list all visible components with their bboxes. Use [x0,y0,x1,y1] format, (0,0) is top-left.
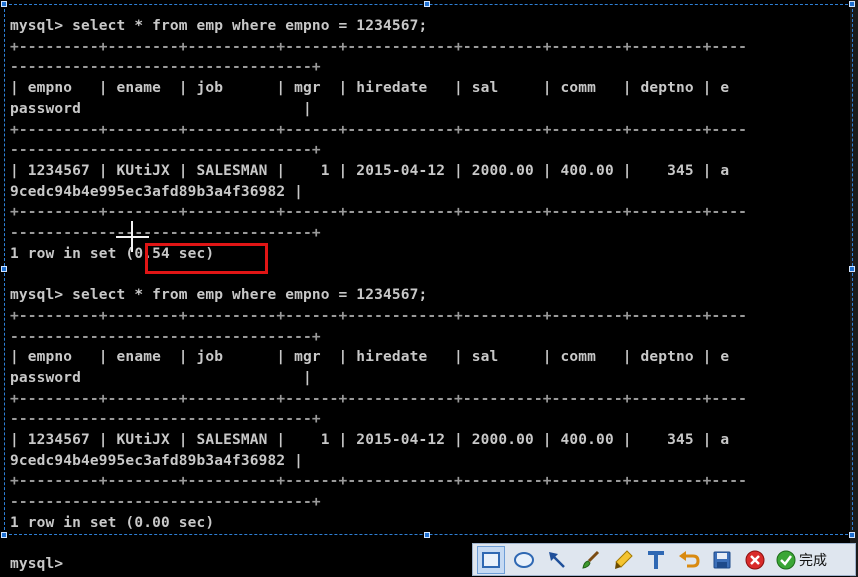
selection-handle-mid-left[interactable] [1,266,7,272]
undo-button[interactable] [675,546,703,574]
check-icon [776,550,796,569]
terminal-table-border: +---------+--------+----------+------+--… [10,390,748,407]
terminal-line: mysql> [10,556,64,573]
brush-tool-button[interactable] [576,546,604,574]
save-button[interactable] [708,546,736,574]
terminal-table-border: ----------------------------------+ [10,494,321,511]
terminal-line: | 1234567 | KUtiJX | SALESMAN | 1 | 2015… [10,432,730,448]
terminal-line: mysql> select * from emp where empno = 1… [10,18,428,34]
terminal-scrollbar[interactable] [850,0,858,577]
selection-handle-bottom-mid[interactable] [424,532,430,538]
text-tool-button[interactable] [642,546,670,574]
terminal-table-border: ----------------------------------+ [10,411,321,428]
rectangle-tool-button[interactable] [477,545,505,574]
arrow-tool-button[interactable] [543,546,571,574]
terminal-line: | 1234567 | KUtiJX | SALESMAN | 1 | 2015… [10,162,730,179]
undo-icon [679,550,700,567]
crosshair-cursor-vertical [131,221,133,252]
save-icon [713,551,731,568]
cancel-button[interactable] [741,546,769,574]
annotation-toolbar: 完成 [472,543,856,576]
terminal-table-border: +---------+--------+----------+------+--… [10,473,748,490]
done-button[interactable]: 完成 [776,546,827,574]
terminal-line: 9cedc94b4e995ec3afd89b3a4f36982 | [10,183,304,200]
done-button-label: 完成 [799,552,827,569]
terminal-line: password | [10,100,312,117]
terminal-table-border: ----------------------------------+ [10,328,321,345]
selection-handle-bottom-left[interactable] [1,532,7,538]
red-highlight-rectangle[interactable] [145,243,268,274]
selection-handle-top-mid[interactable] [424,1,430,7]
terminal-line: | empno | ename | job | mgr | hiredate |… [10,349,730,366]
terminal-table-border: +---------+--------+----------+------+--… [10,204,748,221]
selection-handle-top-left[interactable] [1,1,7,7]
selection-handle-bottom-right[interactable] [849,532,855,538]
terminal-line: | empno | ename | job | mgr | hiredate |… [10,80,730,97]
terminal-line: mysql> select * from emp where empno = 1… [10,287,428,304]
brush-icon [582,550,600,569]
terminal-table-border: ----------------------------------+ [10,142,321,159]
cancel-icon [745,550,765,569]
terminal-table-border: +---------+--------+----------+------+--… [10,38,748,55]
selection-handle-top-right[interactable] [849,1,855,7]
terminal-table-border: ----------------------------------+ [10,59,321,76]
highlighter-tool-button[interactable] [609,546,637,574]
terminal-table-border: ----------------------------------+ [10,225,321,241]
terminal-table-border: +---------+--------+----------+------+--… [10,121,748,138]
terminal-table-border: +---------+--------+----------+------+--… [10,307,748,324]
text-icon [648,550,664,569]
screen: mysql> select * from emp where empno = 1… [0,0,858,577]
highlighter-icon [615,549,633,569]
rectangle-icon [482,551,500,568]
ellipse-icon [514,551,534,568]
selection-handle-mid-right[interactable] [849,266,855,272]
terminal-line: 9cedc94b4e995ec3afd89b3a4f36982 | [10,452,304,469]
mysql-terminal[interactable]: mysql> select * from emp where empno = 1… [0,0,850,577]
ellipse-tool-button[interactable] [510,546,538,574]
terminal-line: 1 row in set (0.00 sec) [10,514,215,531]
terminal-line: password | [10,369,312,386]
arrow-icon [549,551,565,568]
